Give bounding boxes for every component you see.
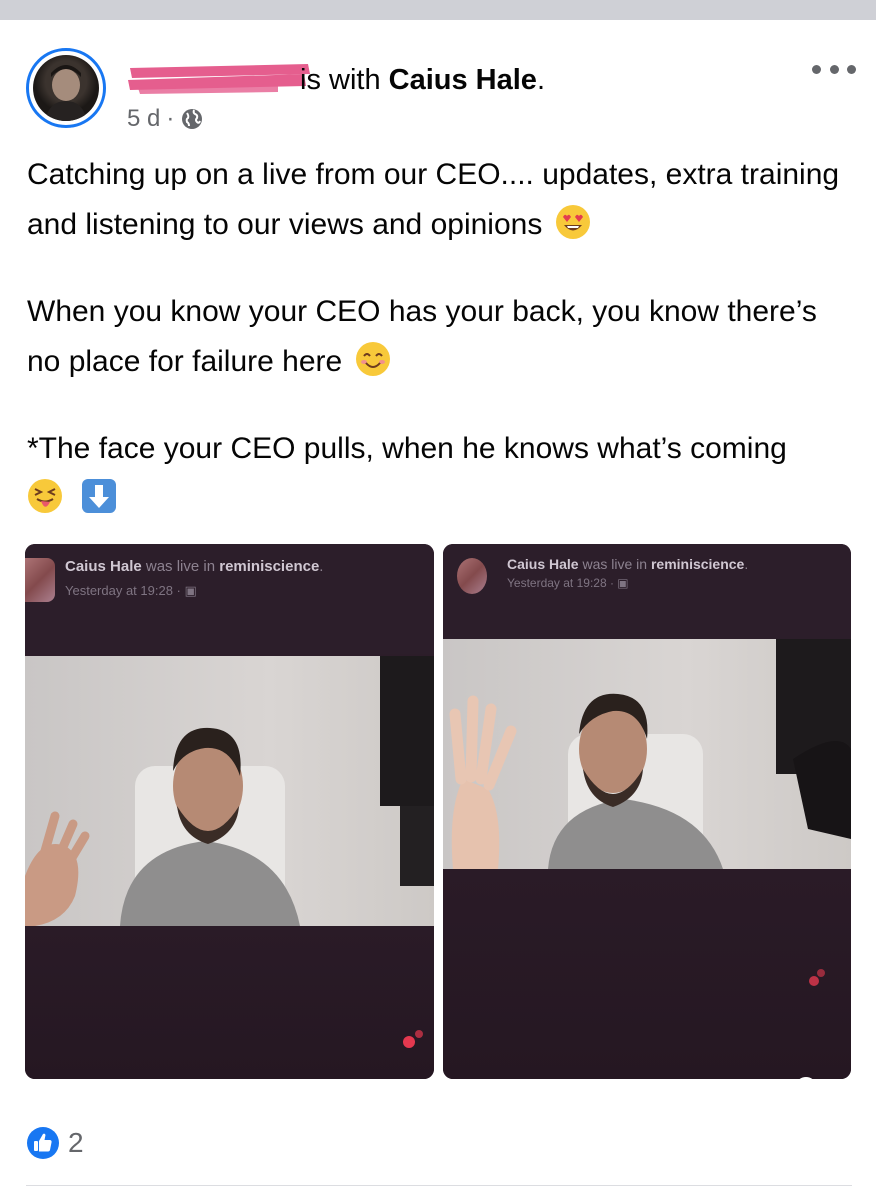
squinting-tongue-emoji-icon bbox=[28, 479, 62, 513]
meta-separator: · bbox=[166, 105, 175, 132]
heart-reaction-icon bbox=[415, 1030, 423, 1038]
post-photo[interactable]: Caius Hale was live in reminiscience. Ye… bbox=[25, 544, 434, 1079]
person-in-video-image bbox=[25, 656, 434, 926]
author-line-period: . bbox=[536, 64, 545, 96]
video-frame bbox=[443, 639, 851, 869]
live-group-name: reminiscience bbox=[650, 556, 745, 572]
live-caption: Caius Hale was live in reminiscience. bbox=[65, 558, 323, 575]
live-time: Yesterday at 19:28 · ▣ bbox=[507, 576, 629, 590]
live-caption: Caius Hale was live in reminiscience. bbox=[507, 556, 748, 572]
group-privacy-icon: ▣ bbox=[184, 583, 197, 598]
group-privacy-icon: ▣ bbox=[617, 576, 629, 590]
top-separator-bar bbox=[0, 0, 876, 20]
live-time: Yesterday at 19:28 · ▣ bbox=[65, 583, 197, 599]
dot bbox=[829, 64, 839, 74]
live-time-text: Yesterday at 19:28 · bbox=[507, 576, 618, 590]
video-frame bbox=[25, 656, 434, 926]
video-bottom-area bbox=[443, 869, 851, 1079]
photo-live-header: Caius Hale was live in reminiscience. Ye… bbox=[25, 544, 434, 654]
live-group-name: reminiscience bbox=[219, 558, 320, 575]
heart-reaction-icon bbox=[817, 969, 825, 977]
live-period: . bbox=[319, 558, 324, 575]
heart-eyes-emoji-icon bbox=[555, 205, 590, 239]
live-time-text: Yesterday at 19:28 · bbox=[65, 583, 185, 598]
dot bbox=[812, 64, 821, 74]
more-options-icon[interactable] bbox=[812, 56, 856, 82]
dot bbox=[847, 64, 856, 74]
paragraph-text: *The face your CEO pulls, when he knows … bbox=[27, 432, 787, 465]
live-avatar-icon bbox=[457, 558, 487, 594]
live-user-name: Caius Hale bbox=[507, 556, 579, 572]
heart-reaction-icon bbox=[403, 1036, 415, 1048]
smiling-face-emoji-icon bbox=[355, 342, 390, 376]
person-in-video-image bbox=[449, 639, 851, 869]
post-photo[interactable]: Caius Hale was live in reminiscience. Ye… bbox=[443, 544, 851, 1079]
post-paragraph: When you know your CEO has your back, yo… bbox=[27, 287, 857, 387]
post-timestamp[interactable]: 5 d bbox=[127, 104, 160, 134]
live-user-name: Caius Hale bbox=[65, 558, 142, 575]
down-arrow-emoji-icon bbox=[82, 479, 117, 513]
with-text: is with bbox=[300, 64, 389, 96]
like-icon bbox=[27, 1127, 59, 1159]
post-text: Catching up on a live from our CEO.... u… bbox=[27, 150, 857, 524]
tagged-user-link[interactable]: Caius Hale bbox=[389, 64, 537, 96]
photo-live-header: Caius Hale was live in reminiscience. Ye… bbox=[443, 544, 851, 654]
live-period: . bbox=[744, 556, 749, 572]
heart-reaction-icon bbox=[795, 1077, 817, 1079]
reactions-summary[interactable]: 2 bbox=[26, 1126, 84, 1160]
post-paragraph: Catching up on a live from our CEO.... u… bbox=[27, 150, 857, 250]
live-verb: was live in bbox=[578, 556, 651, 572]
post-meta: 5 d · bbox=[127, 104, 204, 134]
globe-icon[interactable] bbox=[180, 107, 204, 131]
post-divider bbox=[26, 1185, 852, 1186]
paragraph-text: When you know your CEO has your back, yo… bbox=[27, 295, 817, 378]
author-avatar[interactable] bbox=[26, 48, 106, 128]
heart-reaction-icon bbox=[809, 976, 819, 986]
paragraph-text: Catching up on a live from our CEO.... u… bbox=[27, 158, 840, 241]
feed-post: is with Caius Hale. 5 d · Catching up on… bbox=[0, 20, 876, 1200]
avatar-image bbox=[33, 55, 99, 121]
post-author-line: is with Caius Hale. bbox=[300, 62, 545, 98]
redacted-author-name bbox=[128, 64, 310, 94]
live-avatar-icon bbox=[25, 558, 55, 602]
video-bottom-area bbox=[25, 926, 434, 1079]
like-count: 2 bbox=[68, 1127, 84, 1158]
live-verb: was live in bbox=[141, 558, 220, 575]
post-paragraph: *The face your CEO pulls, when he knows … bbox=[27, 424, 857, 524]
